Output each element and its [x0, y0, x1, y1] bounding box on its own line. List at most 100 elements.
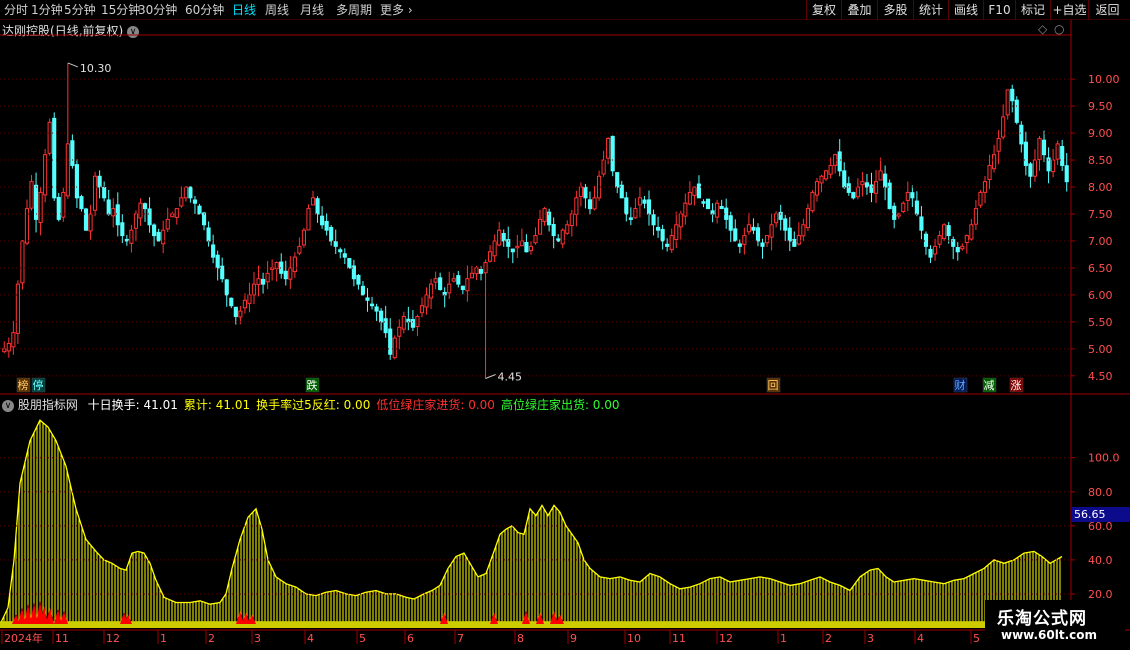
turnover-series	[0, 419, 1063, 628]
candle-body	[165, 218, 170, 230]
candle-body	[11, 332, 16, 348]
candle-body	[88, 213, 93, 232]
candle-body	[301, 229, 307, 246]
candle-body	[606, 137, 611, 159]
price-tick-label: 4.50	[1088, 370, 1113, 383]
turnover-tick-label: 40.0	[1088, 554, 1113, 567]
event-tag: 回	[768, 379, 779, 392]
watermark-title: 乐淘公式网	[997, 609, 1087, 629]
candle-body	[161, 229, 166, 245]
candle-body	[678, 213, 683, 228]
candle-body	[197, 205, 202, 215]
event-tag: 跌	[307, 378, 318, 392]
candle-body	[901, 202, 906, 213]
candle-body	[56, 196, 61, 220]
candle-body	[438, 277, 443, 291]
price-tick-label: 7.00	[1088, 235, 1113, 248]
candle-body	[1001, 116, 1006, 138]
candle-body	[883, 173, 888, 188]
candle-body	[1032, 159, 1038, 177]
candle-body	[324, 220, 329, 231]
date-label: 1	[780, 632, 787, 645]
candle-body	[138, 202, 143, 219]
candle-body	[960, 245, 965, 250]
candle-body	[397, 326, 402, 337]
candle-body	[519, 240, 524, 247]
candle-body	[946, 225, 951, 237]
candle-body	[424, 294, 429, 308]
candle-body	[342, 253, 347, 258]
current-value-box: 56.65	[1072, 507, 1130, 522]
candle-body	[1037, 137, 1042, 161]
candle-body	[93, 175, 98, 211]
candle-body	[52, 117, 57, 199]
candle-body	[251, 283, 257, 296]
candle-body	[824, 170, 829, 180]
candle-body	[533, 235, 538, 244]
candle-body	[501, 233, 506, 242]
candle-body	[665, 243, 670, 247]
candle-body	[310, 197, 316, 206]
signal-spike	[556, 614, 564, 624]
price-tick-label: 7.50	[1088, 208, 1113, 221]
signal-spike	[46, 607, 54, 624]
candle-body	[705, 198, 711, 210]
candle-body	[932, 245, 938, 255]
candle-body	[70, 140, 75, 166]
candle-body	[774, 213, 779, 224]
candle-body	[651, 214, 656, 226]
candle-body	[1028, 163, 1033, 177]
candle-body	[942, 224, 947, 240]
date-label: 12	[719, 632, 733, 645]
candle-body	[388, 328, 393, 355]
candle-body	[769, 224, 774, 238]
candle-body	[955, 247, 960, 253]
candle-body	[978, 191, 983, 206]
date-label: 3	[254, 632, 261, 645]
candle-body	[329, 227, 334, 242]
event-tag: 涨	[1011, 379, 1022, 392]
candle-body	[356, 274, 361, 285]
candle-body	[220, 265, 225, 280]
candle-body	[20, 240, 25, 284]
date-label: 8	[517, 632, 524, 645]
candle-body	[860, 181, 865, 186]
candle-body	[987, 164, 992, 181]
candle-body	[810, 191, 815, 212]
candle-body	[474, 267, 479, 275]
candle-body	[315, 198, 320, 215]
candle-body	[701, 201, 706, 204]
candle-body	[837, 151, 842, 172]
candle-body	[383, 318, 388, 334]
candle-body	[297, 245, 302, 254]
turnover-axis: 20.040.060.080.0100.0	[0, 452, 1120, 601]
max-marker-arrow	[67, 62, 79, 68]
event-tag: 减	[984, 379, 995, 392]
candle-body	[923, 233, 929, 247]
candle-body	[846, 183, 851, 193]
candle-body	[1014, 99, 1019, 123]
candle-body	[65, 143, 70, 197]
turnover-tick-label: 80.0	[1088, 486, 1113, 499]
candle-body	[587, 199, 593, 210]
candle-body	[1019, 124, 1024, 145]
candle-body	[261, 278, 266, 285]
candle-body	[910, 192, 915, 199]
candle-body	[746, 224, 751, 233]
candle-body	[456, 275, 461, 285]
candle-body	[401, 315, 406, 330]
candle-body	[633, 208, 638, 219]
candle-body	[410, 319, 415, 328]
price-tick-label: 9.00	[1088, 127, 1113, 140]
candle-body	[737, 243, 742, 247]
candle-body	[556, 238, 561, 242]
candle-body	[147, 208, 152, 226]
candle-body	[692, 186, 697, 196]
date-label: 4	[307, 632, 314, 645]
candle-body	[724, 207, 729, 220]
candle-body	[233, 306, 238, 317]
candle-body	[715, 202, 720, 218]
candle-body	[306, 208, 311, 231]
min-marker-arrow	[485, 374, 496, 379]
candle-body	[914, 200, 919, 215]
